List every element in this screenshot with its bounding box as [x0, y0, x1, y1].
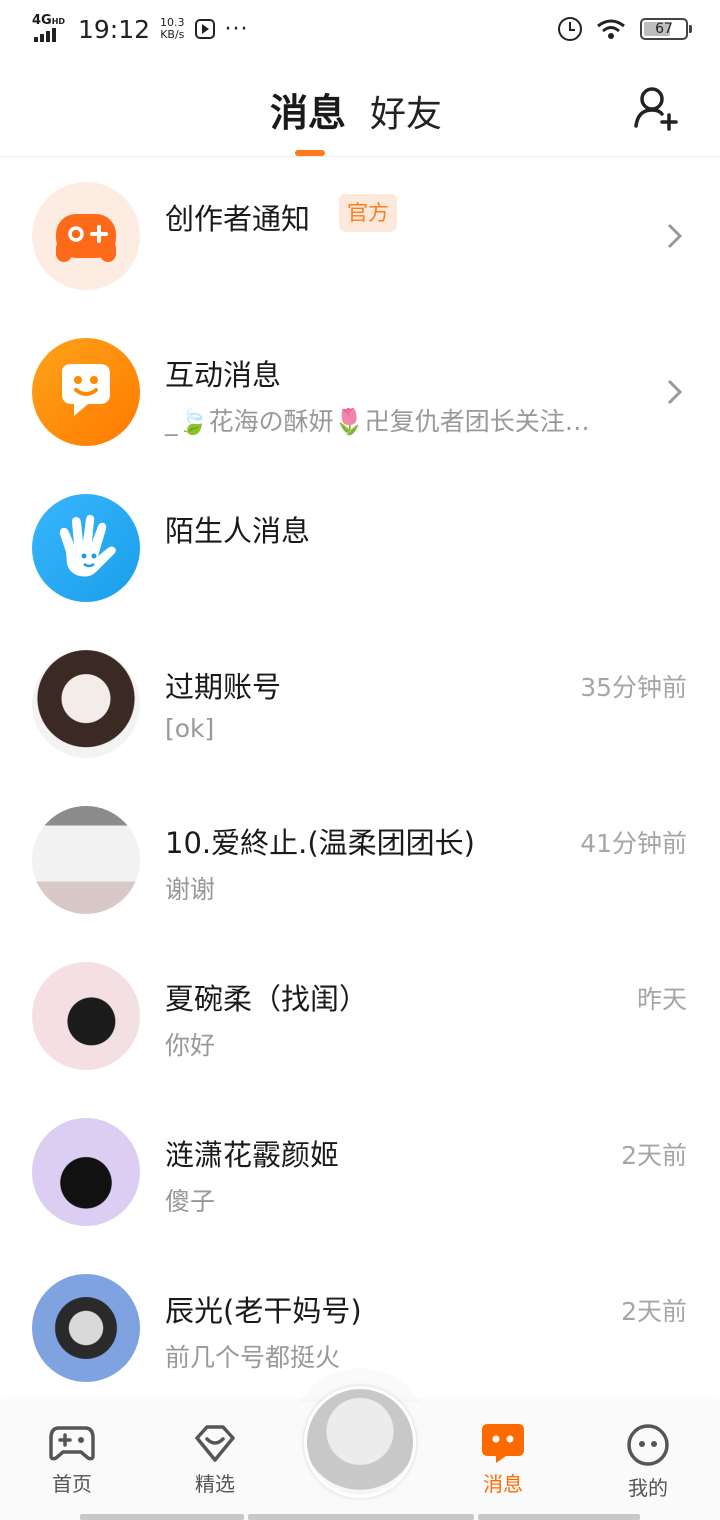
- list-item-title: 创作者通知: [165, 202, 311, 236]
- face-icon: [627, 1424, 669, 1466]
- chevron-right-icon: [667, 379, 683, 405]
- list-item-title: 陌生人消息: [165, 514, 311, 548]
- list-item-chat[interactable]: [0, 1094, 720, 1250]
- list-item-title: 涟潇花霰颜姬: [165, 1138, 340, 1172]
- list-item-title: 夏碗柔（找闺）: [165, 982, 369, 1016]
- media-player-icon: [194, 19, 215, 39]
- list-item-time: 41分钟前: [580, 829, 687, 858]
- message-icon: [482, 1424, 524, 1463]
- tab-friends[interactable]: 好友: [370, 85, 442, 137]
- network-signal-icon: 4GHD: [32, 14, 68, 44]
- list-item-chat[interactable]: [0, 626, 720, 782]
- battery-indicator: 67: [640, 18, 692, 40]
- list-item-time: 2天前: [621, 1141, 687, 1170]
- avatar: [32, 1118, 140, 1226]
- list-item-time: 35分钟前: [580, 673, 687, 702]
- nav-messages[interactable]: 消息: [463, 1422, 543, 1497]
- chevron-right-icon: [667, 223, 683, 249]
- nav-featured[interactable]: 精选: [175, 1422, 255, 1497]
- nav-profile[interactable]: 我的: [608, 1422, 688, 1501]
- list-item-title: 10.爱終止.(温柔团团长): [165, 826, 475, 860]
- alarm-icon: [558, 17, 582, 41]
- avatar: [32, 650, 140, 758]
- avatar: [32, 1274, 140, 1382]
- avatar: [32, 962, 140, 1070]
- gamepad-plus-icon: [32, 182, 140, 290]
- list-item-interaction[interactable]: [0, 314, 720, 470]
- status-bar: 4GHD 19:12 10.3 KB/s ··· 67: [0, 0, 720, 58]
- smile-chat-icon: [32, 338, 140, 446]
- list-item-stranger[interactable]: [0, 470, 720, 626]
- wave-hand-icon: [32, 494, 140, 602]
- nav-home[interactable]: 首页: [32, 1422, 112, 1497]
- tab-messages[interactable]: 消息: [270, 82, 346, 137]
- gesture-bar: [248, 1514, 474, 1520]
- list-item-title: 互动消息: [165, 358, 282, 392]
- list-item-preview: [ok]: [165, 714, 215, 743]
- gesture-bar: [80, 1514, 244, 1520]
- list-item-title: 辰光(老干妈号): [165, 1294, 362, 1328]
- official-badge: 官方: [339, 194, 397, 232]
- list-item-preview: 谢谢: [165, 875, 216, 904]
- add-user-icon[interactable]: [632, 84, 680, 132]
- list-item-time: 昨天: [636, 985, 687, 1014]
- clock: 19:12: [78, 14, 151, 44]
- list-item-time: 2天前: [621, 1297, 687, 1326]
- list-item-creator-notice[interactable]: [0, 158, 720, 314]
- gamepad-icon: [49, 1426, 95, 1461]
- center-user-avatar[interactable]: [304, 1386, 416, 1498]
- network-speed: 10.3 KB/s: [160, 16, 185, 41]
- list-item-preview: 傻子: [165, 1187, 216, 1216]
- wifi-icon: [597, 19, 625, 39]
- header: 消息 好友: [0, 60, 720, 157]
- list-item-preview: 前几个号都挺火: [165, 1343, 341, 1372]
- more-notifications-icon: ···: [224, 16, 249, 42]
- gesture-bar: [478, 1514, 640, 1520]
- list-item-preview: _🍃花海の酥妍🌷卍复仇者团长关注…: [165, 407, 590, 436]
- active-tab-indicator: [295, 150, 325, 156]
- avatar: [32, 806, 140, 914]
- heart-badge-icon: [195, 1425, 235, 1462]
- list-item-title: 过期账号: [165, 670, 282, 704]
- list-item-preview: 你好: [165, 1031, 216, 1060]
